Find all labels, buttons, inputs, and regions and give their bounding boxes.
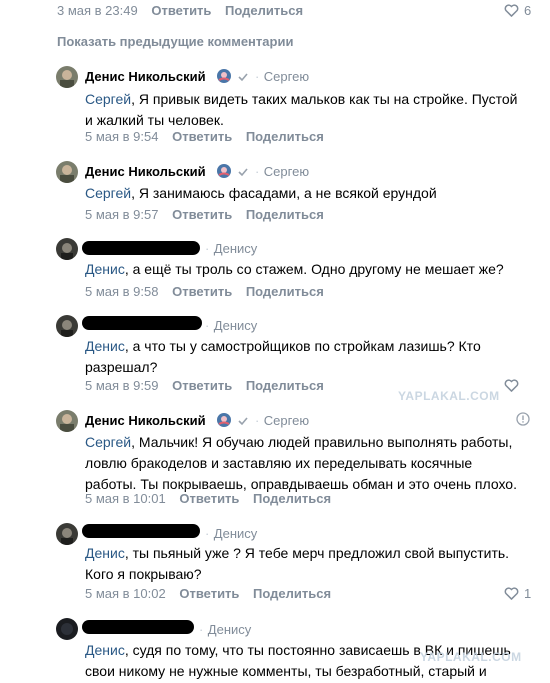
comment-meta: 5 мая в 9:59 Ответить Поделиться <box>85 378 324 393</box>
comment-text: Денис, а что ты у самостройщиков по стро… <box>85 338 481 375</box>
avatar[interactable] <box>56 66 78 88</box>
reply-to: · Денису <box>199 622 252 637</box>
comment-header: Денис Никольский <box>85 163 206 181</box>
reply-button[interactable]: Ответить <box>172 207 232 222</box>
comment-date: 5 мая в 9:54 <box>85 129 159 144</box>
reply-to-name[interactable]: Сергею <box>264 413 309 428</box>
reply-to: · Сергею <box>255 413 310 428</box>
checkmark-icon <box>237 414 249 426</box>
comment-meta: 5 мая в 9:58 Ответить Поделиться <box>85 284 324 299</box>
avatar[interactable] <box>56 315 78 337</box>
reply-button[interactable]: Ответить <box>172 284 232 299</box>
comment-date: 5 мая в 9:59 <box>85 378 159 393</box>
mention-link[interactable]: Денис <box>85 338 125 354</box>
comment-text: Сергей, Мальчик! Я обучаю людей правильн… <box>85 434 517 492</box>
share-button[interactable]: Поделиться <box>253 586 331 601</box>
mention-link[interactable]: Сергей <box>85 434 131 450</box>
mention-link[interactable]: Денис <box>85 642 125 658</box>
reply-to-name[interactable]: Сергею <box>264 69 309 84</box>
reply-to: · Сергею <box>255 164 310 179</box>
verified-badge-icon <box>216 68 232 84</box>
comment-text: Сергей, Я занимаюсь фасадами, а не всяко… <box>85 185 437 201</box>
verified-badge-icon <box>216 163 232 179</box>
reply-to: · Денису <box>205 526 258 541</box>
heart-icon[interactable] <box>504 587 519 600</box>
redacted-author-name <box>82 620 194 634</box>
top-comment-meta: 3 мая в 23:49 Ответить Поделиться <box>57 3 303 18</box>
mention-link[interactable]: Сергей <box>85 91 131 107</box>
comment-date: 5 мая в 9:58 <box>85 284 159 299</box>
reply-button[interactable]: Ответить <box>151 3 211 18</box>
reply-to: · Сергею <box>255 69 310 84</box>
reply-button[interactable]: Ответить <box>179 491 239 506</box>
author-name[interactable]: Денис Никольский <box>85 413 206 428</box>
comment-text: Денис, ты пьяный уже ? Я тебе мерч предл… <box>85 545 510 582</box>
mention-link[interactable]: Денис <box>85 545 125 561</box>
checkmark-icon <box>237 70 249 82</box>
avatar[interactable] <box>56 410 78 432</box>
share-button[interactable]: Поделиться <box>246 129 324 144</box>
reply-to-name[interactable]: Денису <box>214 526 257 541</box>
comment-date: 5 мая в 10:02 <box>85 586 166 601</box>
comment-date: 3 мая в 23:49 <box>57 3 138 18</box>
redacted-author-name <box>82 316 202 330</box>
reply-to: · Денису <box>205 318 258 333</box>
share-button[interactable]: Поделиться <box>246 378 324 393</box>
reply-to-name[interactable]: Сергею <box>264 164 309 179</box>
share-button[interactable]: Поделиться <box>246 284 324 299</box>
comment-text: Денис, а ещё ты троль со стажем. Одно др… <box>85 261 504 277</box>
comment-meta: 5 мая в 10:01 Ответить Поделиться <box>85 491 331 506</box>
author-name[interactable]: Денис Никольский <box>85 164 206 179</box>
redacted-author-name <box>82 524 200 538</box>
show-previous-comments-link[interactable]: Показать предыдущие комментарии <box>57 34 293 49</box>
checkmark-icon <box>237 165 249 177</box>
mention-link[interactable]: Сергей <box>85 185 131 201</box>
avatar[interactable] <box>56 523 78 545</box>
reply-button[interactable]: Ответить <box>172 378 232 393</box>
verified-badge-icon <box>216 412 232 428</box>
reply-to-name[interactable]: Денису <box>214 318 257 333</box>
avatar[interactable] <box>56 618 78 640</box>
watermark: YAPLAKAL.COM <box>398 389 500 403</box>
avatar[interactable] <box>56 238 78 260</box>
comment-header: Денис Никольский <box>85 68 206 86</box>
heart-icon[interactable] <box>504 4 519 17</box>
comment-header: Денис Никольский <box>85 412 206 430</box>
author-name[interactable]: Денис Никольский <box>85 69 206 84</box>
like-count: 6 <box>524 3 532 18</box>
reply-button[interactable]: Ответить <box>179 586 239 601</box>
comment-date: 5 мая в 10:01 <box>85 491 166 506</box>
avatar[interactable] <box>56 161 78 183</box>
comment-text: Сергей, Я привык видеть таких мальков ка… <box>85 91 518 128</box>
share-button[interactable]: Поделиться <box>253 491 331 506</box>
watermark: YAPLAKAL.COM <box>420 650 522 664</box>
redacted-author-name <box>82 241 200 255</box>
comment-meta: 5 мая в 10:02 Ответить Поделиться <box>85 586 331 601</box>
heart-icon[interactable] <box>504 379 519 392</box>
reply-to-name[interactable]: Денису <box>214 241 257 256</box>
reply-button[interactable]: Ответить <box>172 129 232 144</box>
comment-date: 5 мая в 9:57 <box>85 207 159 222</box>
mention-link[interactable]: Денис <box>85 261 125 277</box>
share-button[interactable]: Поделиться <box>225 3 303 18</box>
reply-to: · Денису <box>205 241 258 256</box>
like-count: 1 <box>524 586 532 601</box>
share-button[interactable]: Поделиться <box>246 207 324 222</box>
comment-meta: 5 мая в 9:57 Ответить Поделиться <box>85 207 324 222</box>
info-icon[interactable] <box>516 412 530 426</box>
reply-to-name[interactable]: Денису <box>208 622 251 637</box>
comment-meta: 5 мая в 9:54 Ответить Поделиться <box>85 129 324 144</box>
